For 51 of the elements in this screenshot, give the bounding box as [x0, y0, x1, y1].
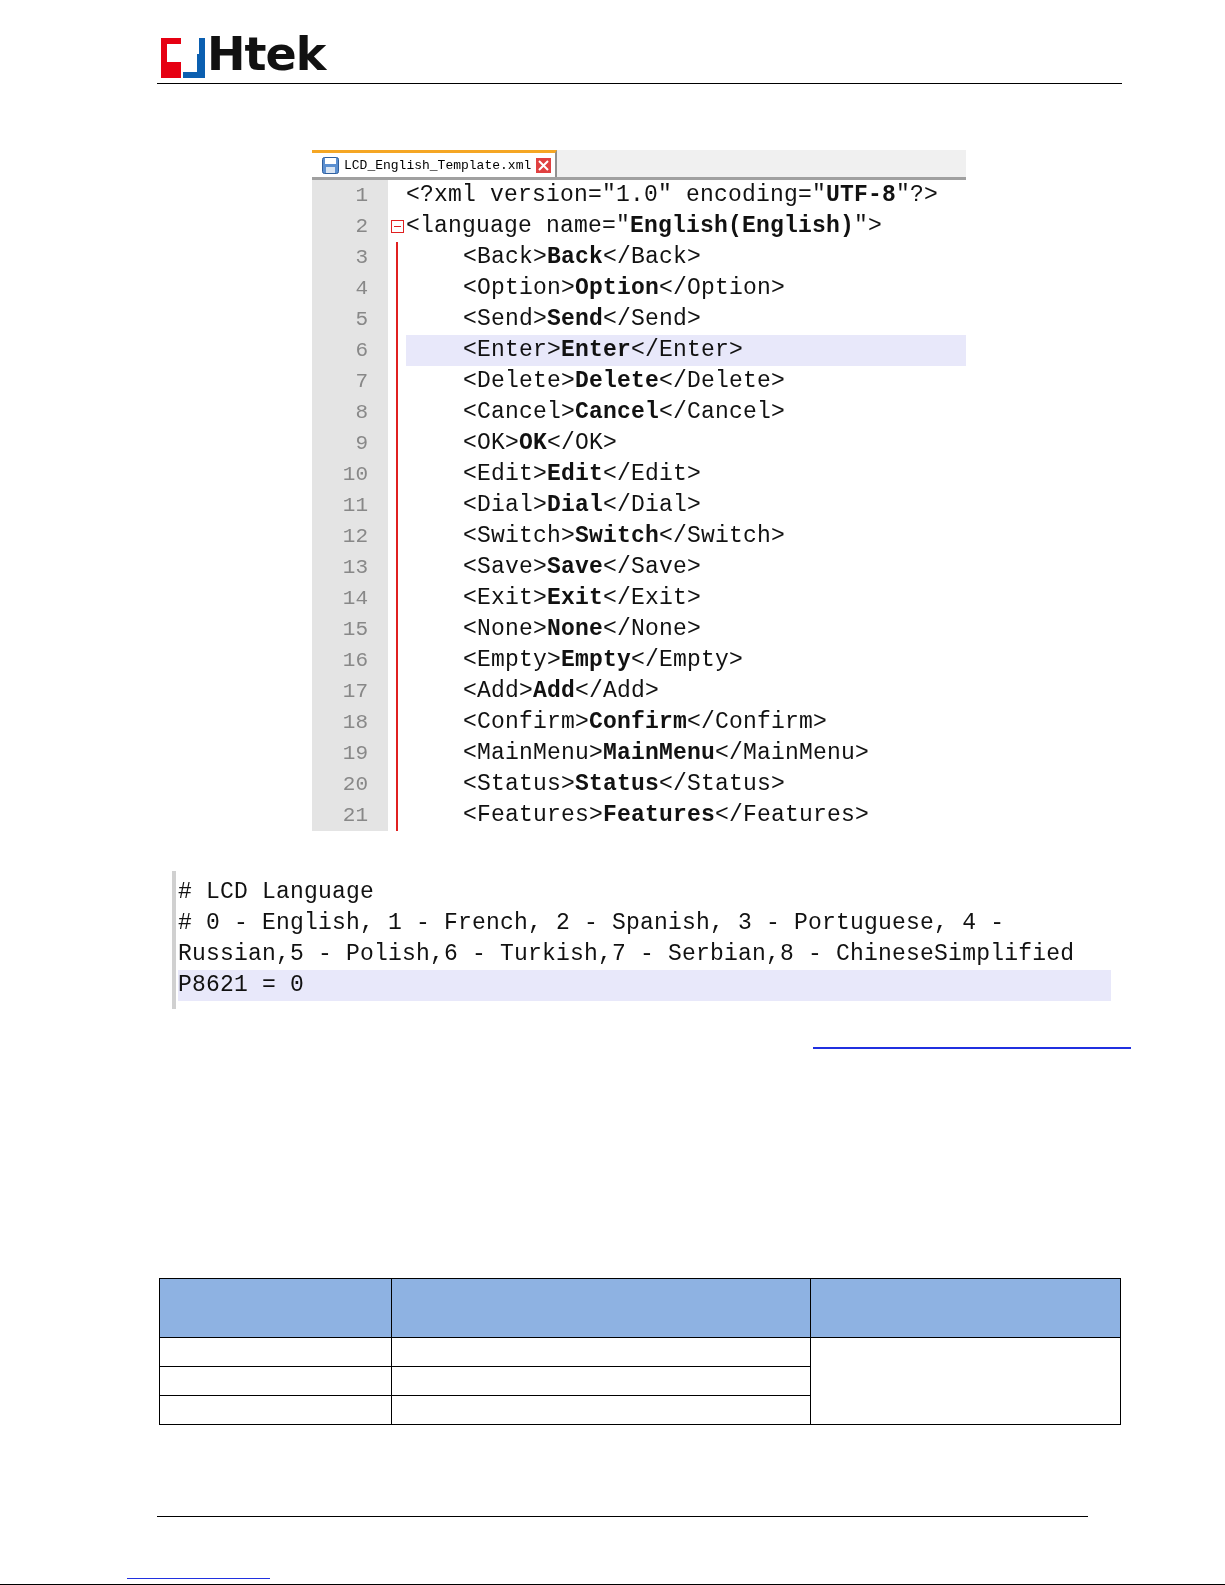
line-number: 18: [312, 707, 388, 738]
code-line: <MainMenu>MainMenu</MainMenu>: [463, 740, 870, 766]
config-line: P8621 = 0: [178, 972, 305, 998]
config-line: # LCD Language: [178, 879, 375, 905]
code-line: <Send>Send</Send>: [463, 306, 702, 332]
line-number: 17: [312, 676, 388, 707]
line-number: 16: [312, 645, 388, 676]
line-number: 15: [312, 614, 388, 645]
code-line: <Empty>Empty</Empty>: [463, 647, 744, 673]
code-line: <Dial>Dial</Dial>: [463, 492, 702, 518]
line-number: 8: [312, 397, 388, 428]
code-line: <Edit>Edit</Edit>: [463, 461, 702, 487]
line-number: 11: [312, 490, 388, 521]
line-number: 13: [312, 552, 388, 583]
line-number: 9: [312, 428, 388, 459]
code-line: <Cancel>Cancel</Cancel>: [463, 399, 786, 425]
code-line: <OK>OK</OK>: [463, 430, 618, 456]
file-tab[interactable]: LCD_English_Template.xml: [312, 150, 558, 177]
code-line: <Add>Add</Add>: [463, 678, 660, 704]
code-line: <Option>Option</Option>: [463, 275, 786, 301]
config-line: Russian,5 - Polish,6 - Turkish,7 - Serbian,8 - ChineseSimplified: [178, 941, 1075, 967]
collapse-icon[interactable]: [390, 220, 404, 233]
line-number: 2: [312, 211, 388, 242]
line-number: 21: [312, 800, 388, 831]
close-icon[interactable]: [536, 157, 552, 173]
code-line: <Status>Status</Status>: [463, 771, 786, 797]
code-line: <language name="English(English)">: [406, 213, 883, 239]
line-number: 19: [312, 738, 388, 769]
code-line: <Delete>Delete</Delete>: [463, 368, 786, 394]
line-number: 5: [312, 304, 388, 335]
line-number: 1: [312, 180, 388, 211]
code-line: <Enter>Enter</Enter>: [463, 337, 744, 363]
code-line: <Save>Save</Save>: [463, 554, 702, 580]
code-line: <Exit>Exit</Exit>: [463, 585, 702, 611]
code-line: <Back>Back</Back>: [463, 244, 702, 270]
config-line: # 0 - English, 1 - French, 2 - Spanish, 3 - Portuguese, 4 -: [178, 910, 1005, 936]
line-number: 12: [312, 521, 388, 552]
line-number: 20: [312, 769, 388, 800]
code-line: <None>None</None>: [463, 616, 702, 642]
code-line: <Switch>Switch</Switch>: [463, 523, 786, 549]
line-number: 10: [312, 459, 388, 490]
code-line: <Confirm>Confirm</Confirm>: [463, 709, 828, 735]
code-line: <Features>Features</Features>: [463, 802, 870, 828]
line-number: 14: [312, 583, 388, 614]
line-number: 6: [312, 335, 388, 366]
logo-text: Htek: [207, 34, 326, 78]
line-number: 3: [312, 242, 388, 273]
logo-icon: [161, 38, 205, 78]
line-number: 7: [312, 366, 388, 397]
line-number: 4: [312, 273, 388, 304]
code-line: <?xml version="1.0" encoding="UTF-8"?>: [406, 182, 939, 208]
